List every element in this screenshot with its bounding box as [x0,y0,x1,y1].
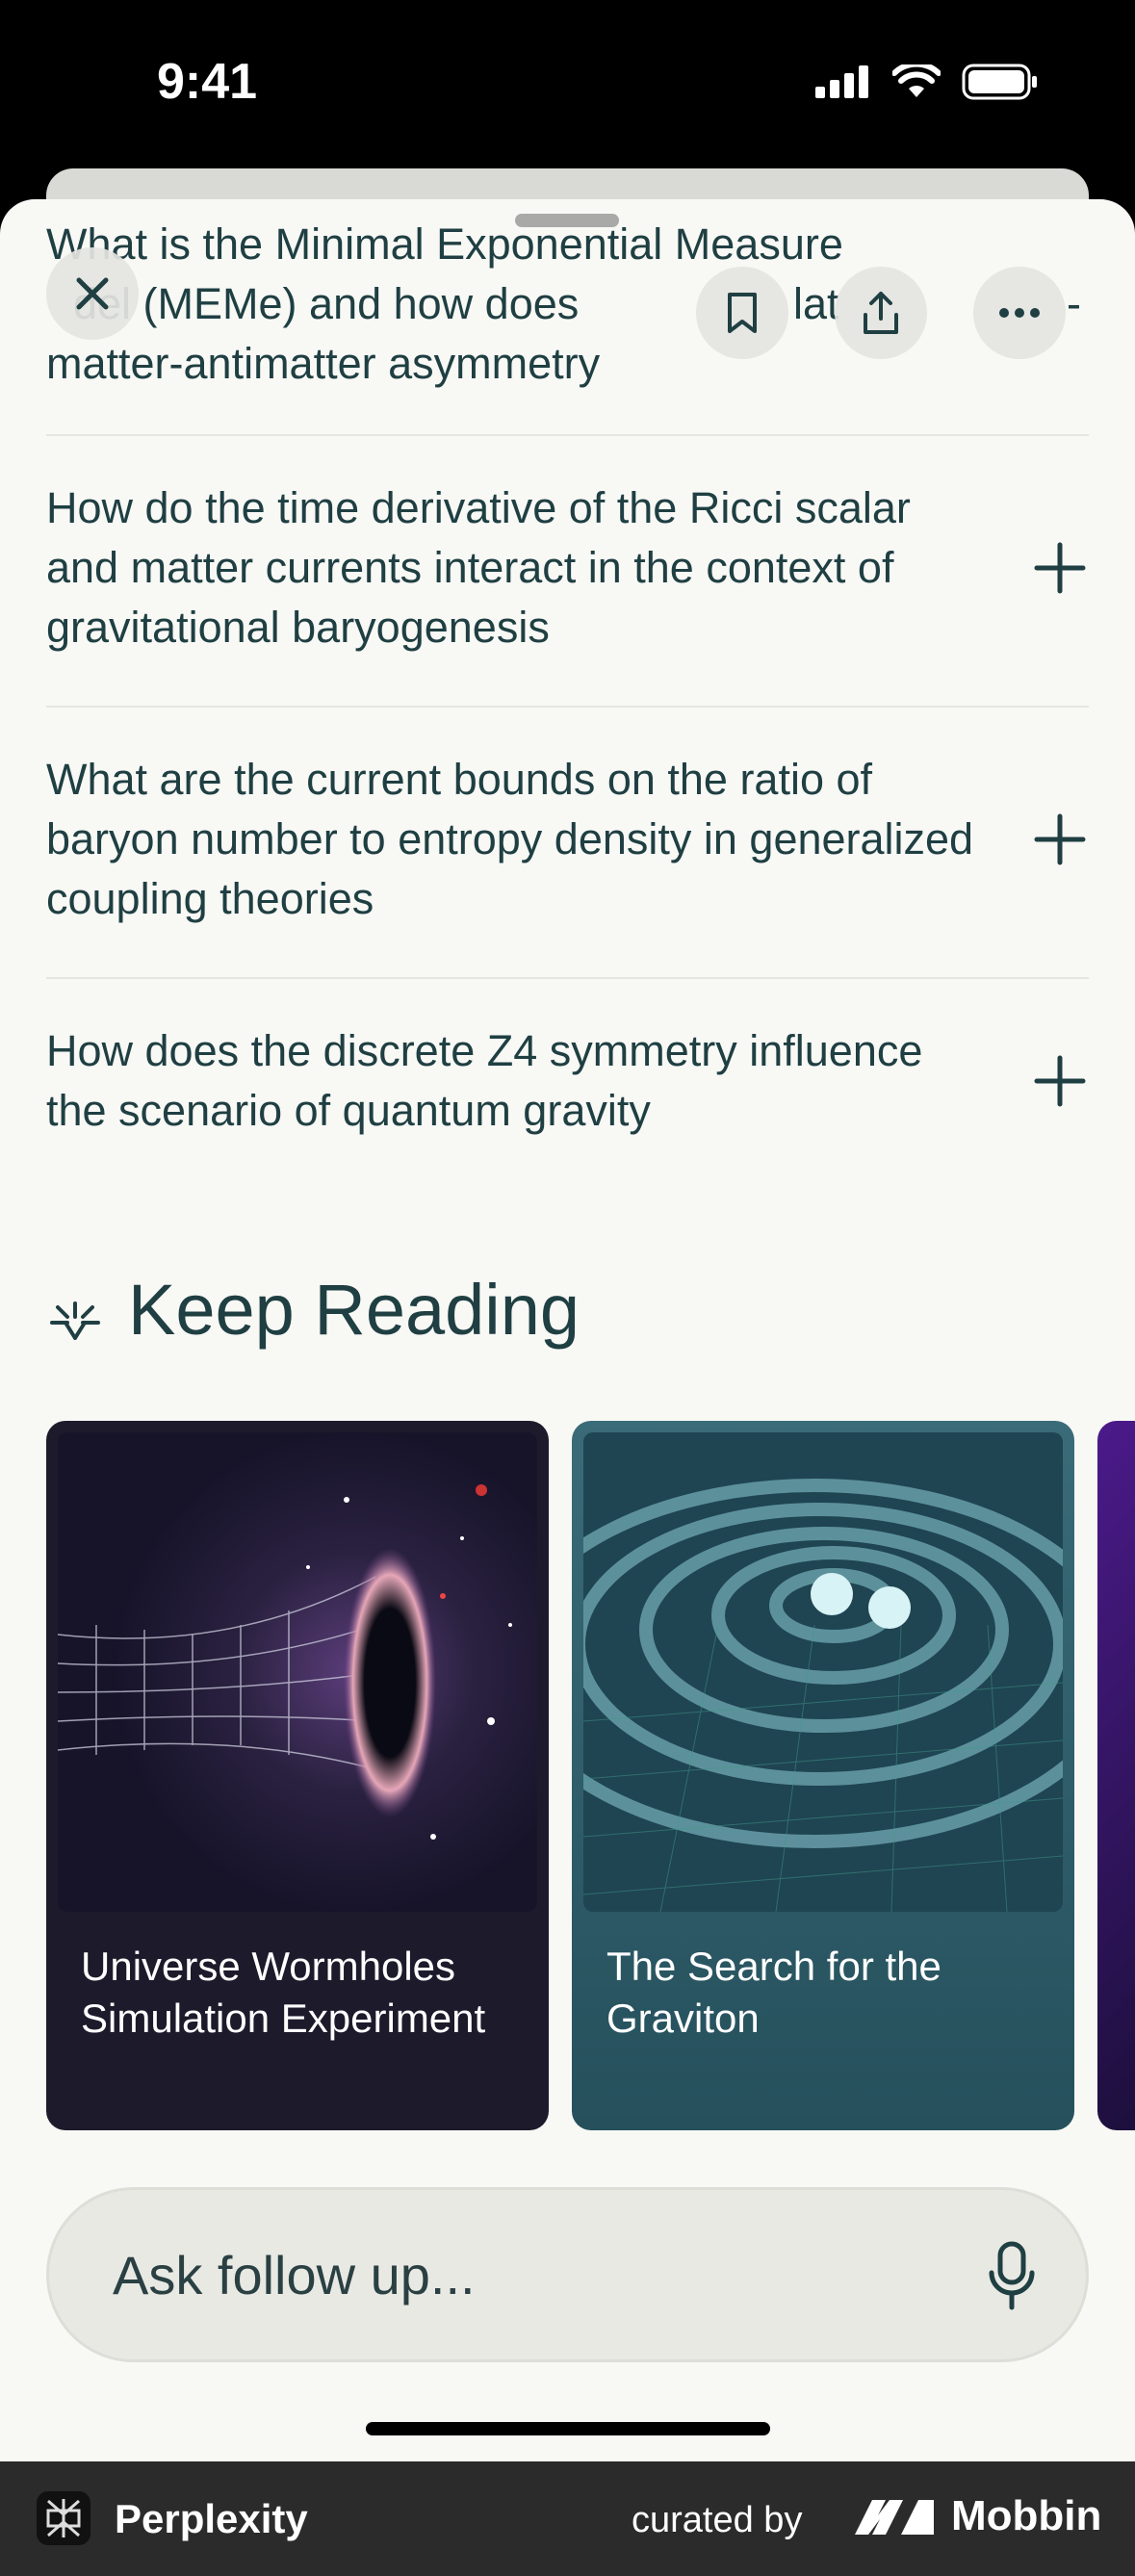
related-question[interactable]: How does the discrete Z4 symmetry influe… [46,1021,1089,1141]
status-time: 9:41 [157,54,258,110]
question-line: lat [793,279,839,328]
more-button[interactable] [973,267,1066,359]
ask-placeholder: Ask follow up... [113,2245,476,2306]
footer-brand: Mobbin [951,2492,1102,2539]
plus-icon[interactable] [1031,539,1089,597]
question-line: What is the Minimal Exponential Measure [46,219,843,269]
related-question-text: What are the current bounds on the ratio… [46,755,974,923]
plus-icon[interactable] [1031,811,1089,868]
card-title: The Search for the Graviton [606,1944,942,2041]
home-indicator[interactable] [366,2422,770,2435]
more-icon [999,308,1040,318]
question-line: del (MEMe) and how does [73,279,580,328]
sparkle-icon [50,1301,100,1340]
keep-reading-card[interactable]: The Search for the Graviton [572,1421,1074,2130]
battery-icon [962,64,1037,100]
footer-bar: Perplexity curated by Mobbin [0,2461,1135,2576]
status-icons [815,64,1039,100]
signal-icon [815,65,868,98]
question-line: - [1067,279,1081,328]
footer-app-name: Perplexity [115,2496,308,2541]
share-button[interactable] [835,267,927,359]
bookmark-icon [728,293,757,333]
close-icon [76,277,109,310]
perplexity-logo-icon [37,2491,90,2545]
card-title: Universe Wormholes Simulation Experiment [81,1944,486,2041]
related-question[interactable]: What are the current bounds on the ratio… [46,750,1089,929]
footer-curated-by: curated by [632,2500,803,2540]
related-question[interactable]: How do the time derivative of the Ricci … [46,478,1089,657]
card-image-graviton [583,1432,1063,1912]
question-line: matter-antimatter asymmetry [46,339,601,388]
card-image-wormhole [58,1432,537,1912]
bookmark-button[interactable] [696,267,788,359]
related-question-text: How do the time derivative of the Ricci … [46,483,911,652]
divider [46,434,1089,436]
status-bar: 9:41 [0,0,1135,183]
share-icon [864,292,898,334]
keep-reading-card[interactable]: Universe Wormholes Simulation Experiment [46,1421,549,2130]
keep-reading-card[interactable] [1097,1421,1135,2130]
keep-reading-title: Keep Reading [128,1270,580,1350]
mic-icon[interactable] [988,2240,1036,2311]
divider [46,706,1089,708]
mobbin-logo-icon [855,2500,934,2535]
related-question-partial[interactable]: What is the Minimal Exponential Measure … [46,215,1089,394]
plus-icon[interactable] [1031,1052,1089,1110]
divider [46,977,1089,979]
ask-follow-up-input[interactable]: Ask follow up... [46,2187,1089,2362]
related-question-text: How does the discrete Z4 symmetry influe… [46,1026,923,1135]
wifi-icon [892,64,941,97]
close-button[interactable] [46,247,139,340]
